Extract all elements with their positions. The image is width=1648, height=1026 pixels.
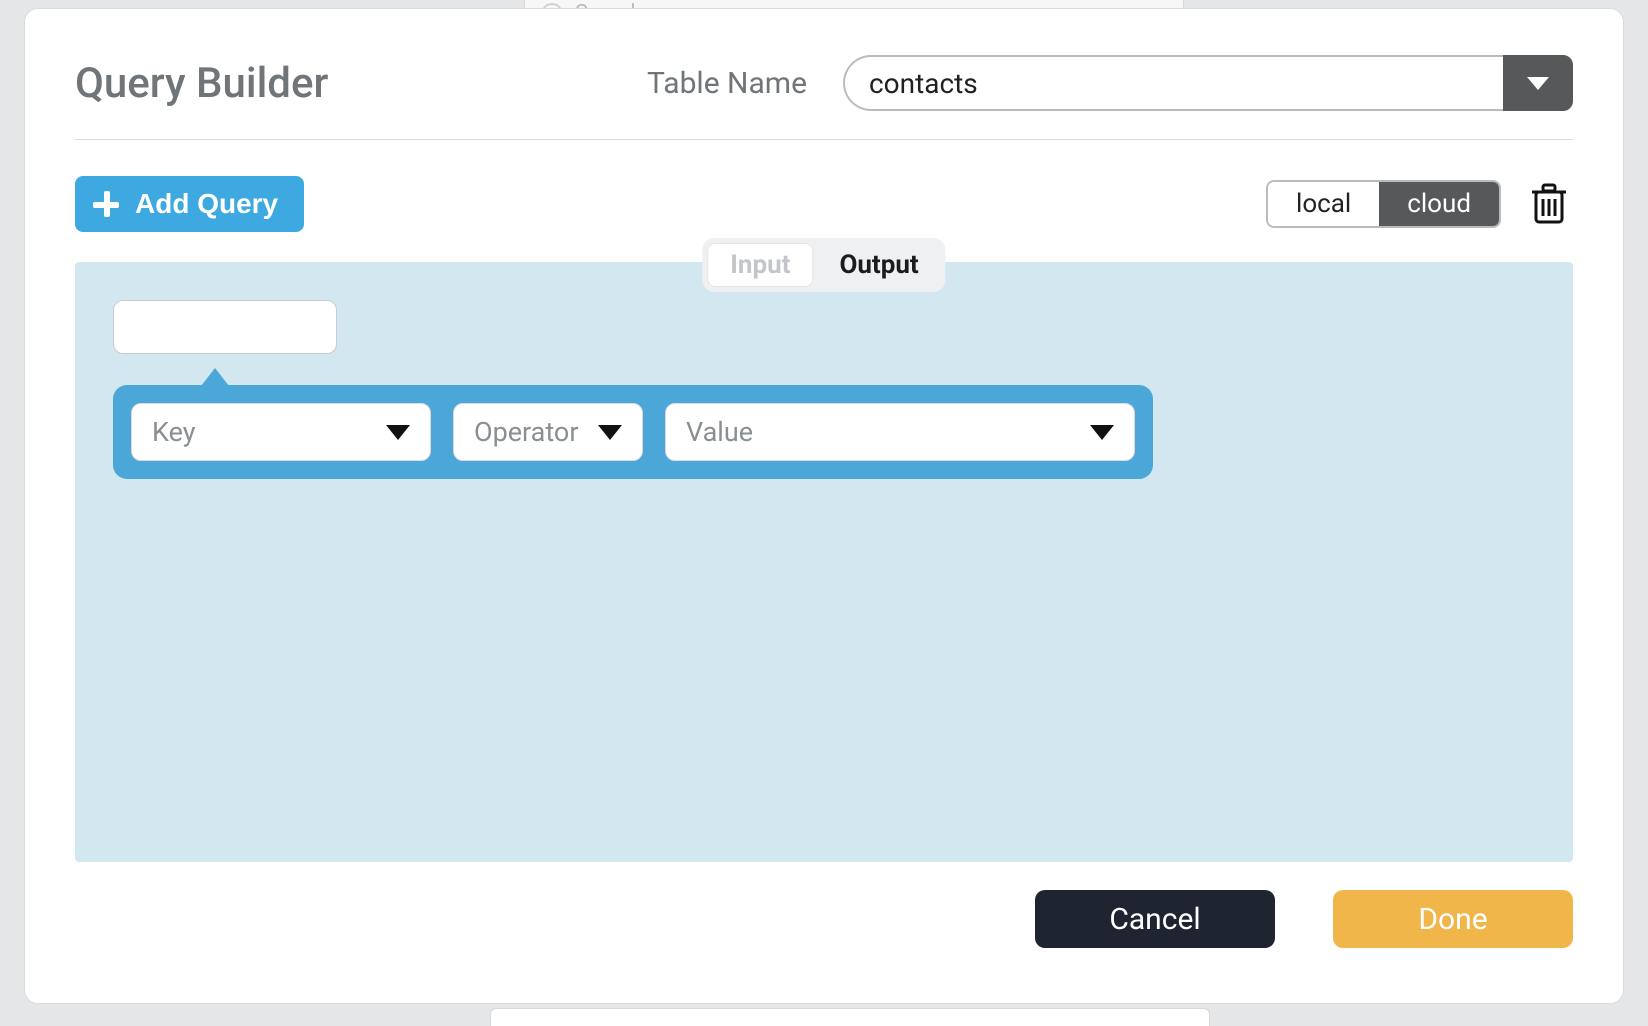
chevron-down-icon — [386, 425, 410, 440]
query-canvas: Key Operator Value — [75, 262, 1573, 862]
query-chip[interactable] — [113, 300, 337, 354]
cancel-button[interactable]: Cancel — [1035, 890, 1275, 948]
add-query-label: Add Query — [135, 188, 278, 220]
table-name-value: contacts — [843, 55, 1503, 111]
delete-button[interactable] — [1525, 178, 1573, 230]
scope-cloud-button[interactable]: cloud — [1379, 182, 1499, 226]
scope-local-button[interactable]: local — [1268, 182, 1379, 226]
condition-operator-placeholder: Operator — [474, 416, 578, 448]
chevron-down-icon — [598, 425, 622, 440]
tab-input[interactable]: Input — [707, 243, 813, 287]
footer: Cancel Done — [75, 890, 1573, 948]
condition-value-placeholder: Value — [686, 416, 753, 448]
condition-value-select[interactable]: Value — [665, 403, 1135, 461]
io-tabs: Input Output — [702, 238, 945, 292]
table-name-select[interactable]: contacts — [843, 55, 1573, 111]
connector-arrow-icon — [201, 368, 229, 386]
table-name-dropdown-button[interactable] — [1503, 55, 1573, 111]
plus-icon — [93, 191, 119, 217]
table-name-label: Table Name — [647, 66, 807, 101]
condition-row: Key Operator Value — [113, 385, 1153, 479]
add-query-button[interactable]: Add Query — [75, 176, 304, 232]
tab-output[interactable]: Output — [817, 243, 940, 287]
trash-icon — [1529, 182, 1569, 226]
page-title: Query Builder — [75, 59, 328, 108]
header-row: Query Builder Table Name contacts — [75, 55, 1573, 140]
chevron-down-icon — [1527, 77, 1549, 90]
chevron-down-icon — [1090, 425, 1114, 440]
toolbar: Add Query local cloud — [75, 176, 1573, 232]
canvas-wrap: Input Output Key Operator Value — [75, 262, 1573, 862]
condition-key-placeholder: Key — [152, 416, 196, 448]
condition-key-select[interactable]: Key — [131, 403, 431, 461]
query-builder-modal: Query Builder Table Name contacts Add Qu… — [24, 8, 1624, 1004]
condition-operator-select[interactable]: Operator — [453, 403, 643, 461]
background-panel-hint — [490, 1008, 1210, 1026]
done-button[interactable]: Done — [1333, 890, 1573, 948]
scope-segmented-control: local cloud — [1266, 180, 1501, 228]
